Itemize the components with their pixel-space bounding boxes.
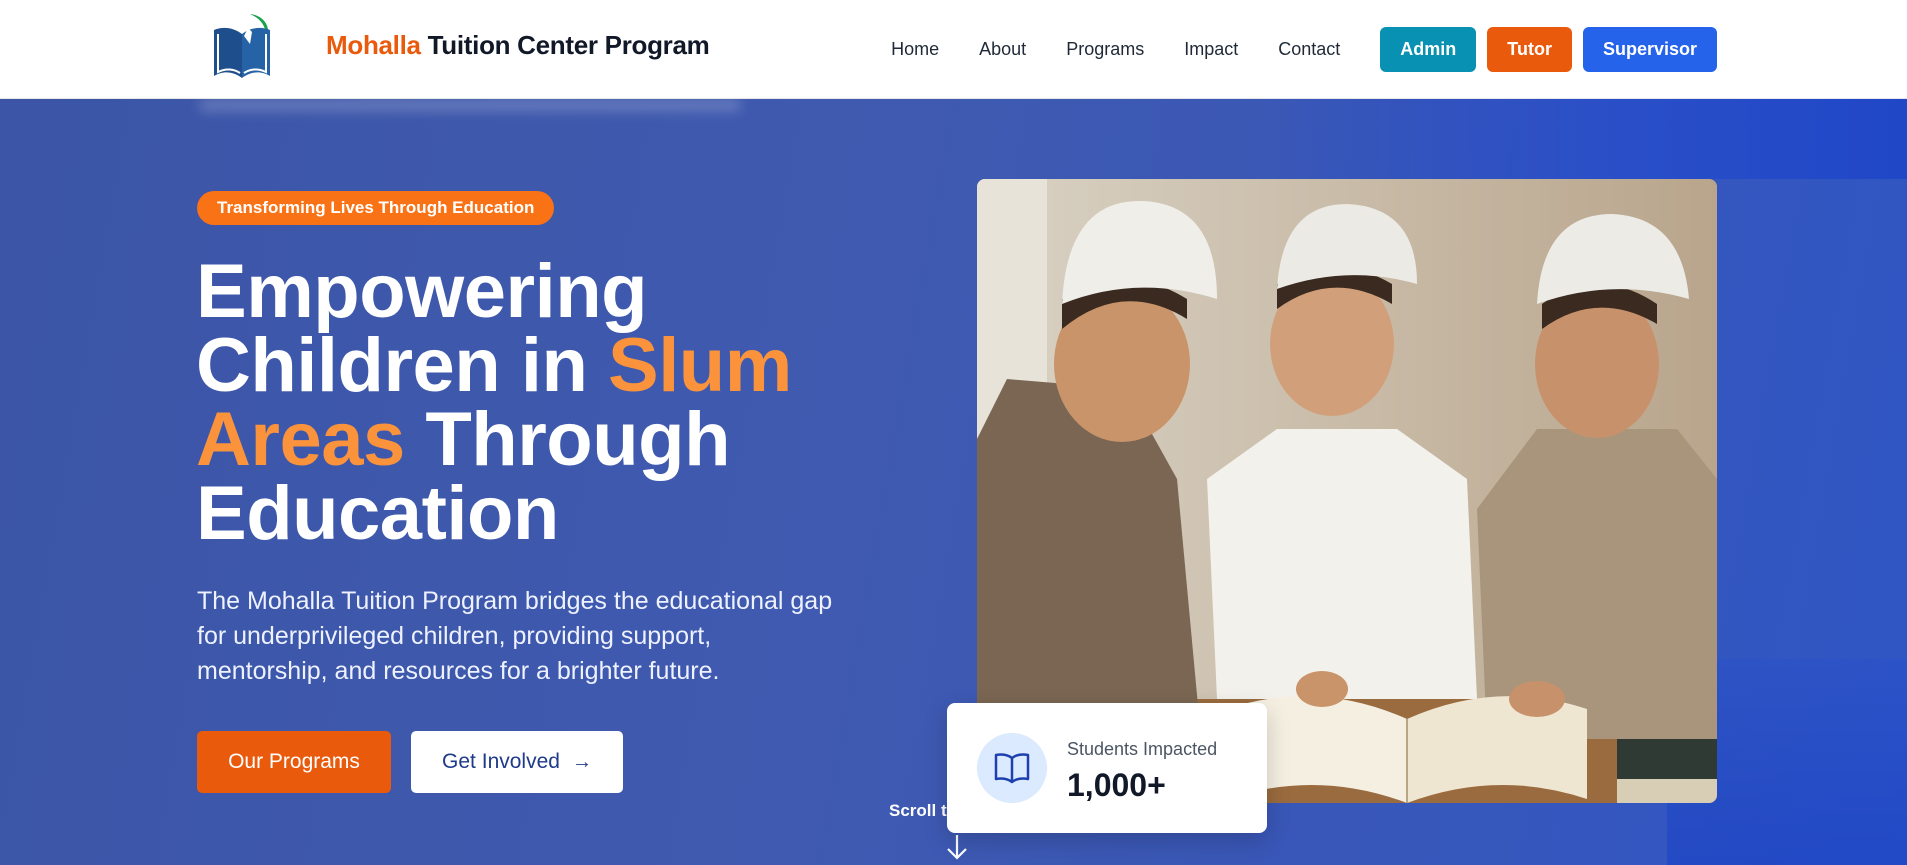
nav-contact[interactable]: Contact <box>1278 39 1340 60</box>
open-book-icon <box>977 733 1047 803</box>
arrow-right-icon: → <box>571 750 592 773</box>
scroll-label[interactable]: Scroll t <box>889 801 947 821</box>
supervisor-button[interactable]: Supervisor <box>1582 27 1717 72</box>
students-impacted-card: Students Impacted 1,000+ <box>947 703 1267 833</box>
nav-home[interactable]: Home <box>891 39 939 60</box>
hero-title-line-4: Education <box>196 471 559 556</box>
hero-tag-badge: Transforming Lives Through Education <box>197 191 555 225</box>
hero-background-decoration <box>1267 99 1907 179</box>
site-brand[interactable]: Mohalla Tuition Center Program <box>326 30 710 61</box>
hero-title-line-2a: Children in <box>196 323 608 408</box>
tutor-button[interactable]: Tutor <box>1487 27 1572 72</box>
nav-programs[interactable]: Programs <box>1066 39 1144 60</box>
hero-section: Transforming Lives Through Education Emp… <box>0 99 1907 865</box>
nav-impact[interactable]: Impact <box>1184 39 1238 60</box>
nav-about[interactable]: About <box>979 39 1026 60</box>
arrow-down-icon[interactable] <box>945 833 969 861</box>
get-involved-label: Get Involved <box>442 750 560 773</box>
stat-value: 1,000+ <box>1067 767 1166 803</box>
get-involved-button[interactable]: Get Involved → <box>411 731 623 793</box>
book-logo-icon[interactable] <box>208 10 278 82</box>
hero-title-line-3b: Through <box>404 397 730 482</box>
our-programs-button[interactable]: Our Programs <box>197 731 391 793</box>
hero-title-highlight-areas: Areas <box>196 397 405 482</box>
brand-name: Tuition Center Program <box>427 30 710 60</box>
hero-glow <box>200 99 740 111</box>
stat-label: Students Impacted <box>1067 739 1218 759</box>
brand-accent: Mohalla <box>326 30 421 60</box>
hero-title-highlight-slum: Slum <box>608 323 792 408</box>
hero-title-line-1: Empowering <box>196 249 648 334</box>
hero-title: Empowering Children in Slum Areas Throug… <box>196 254 876 552</box>
main-nav: Home About Programs Impact Contact Admin… <box>891 27 1717 72</box>
site-header: Mohalla Tuition Center Program Home Abou… <box>0 0 1907 99</box>
admin-button[interactable]: Admin <box>1380 27 1477 72</box>
hero-description: The Mohalla Tuition Program bridges the … <box>197 587 833 685</box>
